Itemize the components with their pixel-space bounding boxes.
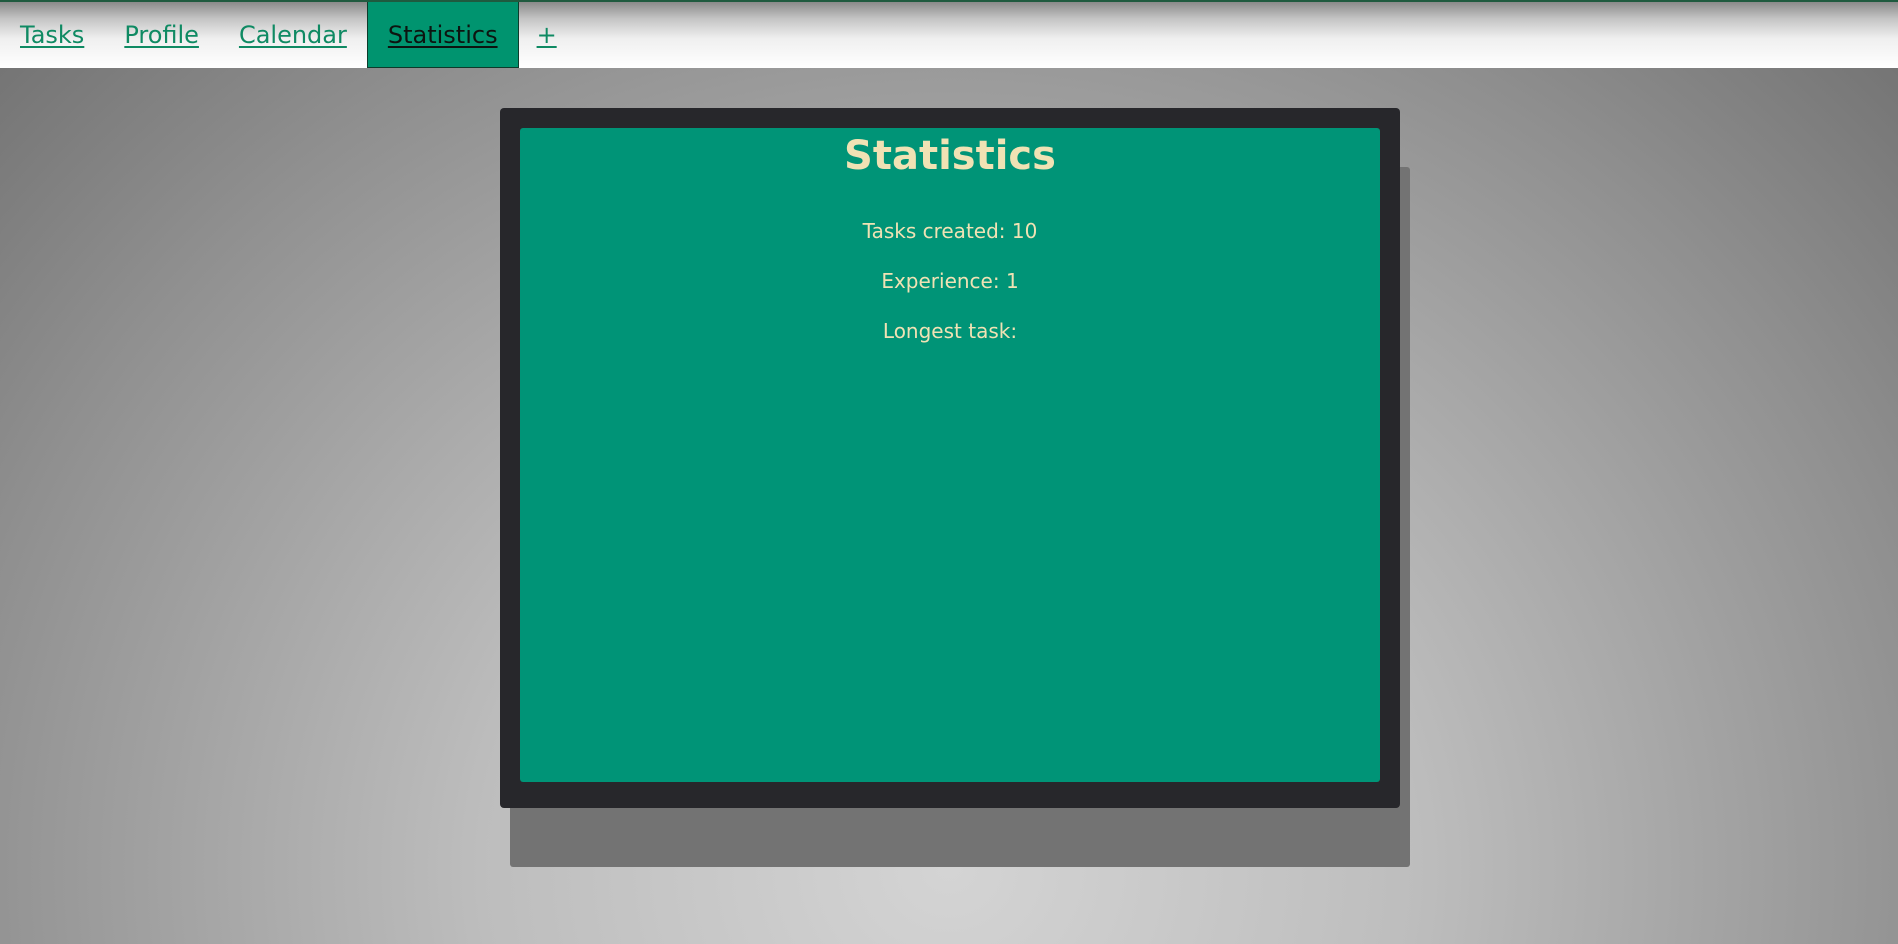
stats-list: Tasks created: 10 Experience: 1 Longest …	[520, 206, 1380, 356]
tab-tasks[interactable]: Tasks	[0, 2, 104, 68]
top-navbar: Tasks Profile Calendar Statistics +	[0, 0, 1898, 68]
page-title: Statistics	[844, 133, 1056, 179]
tab-statistics[interactable]: Statistics	[366, 2, 519, 68]
add-tab-button[interactable]: +	[519, 2, 575, 68]
stat-experience: Experience: 1	[881, 269, 1019, 293]
stat-tasks-created: Tasks created: 10	[862, 219, 1038, 243]
stat-longest-task: Longest task:	[882, 319, 1018, 343]
statistics-panel: Statistics Tasks created: 10 Experience:…	[520, 128, 1380, 782]
tab-calendar[interactable]: Calendar	[219, 2, 367, 68]
tab-profile[interactable]: Profile	[104, 2, 219, 68]
